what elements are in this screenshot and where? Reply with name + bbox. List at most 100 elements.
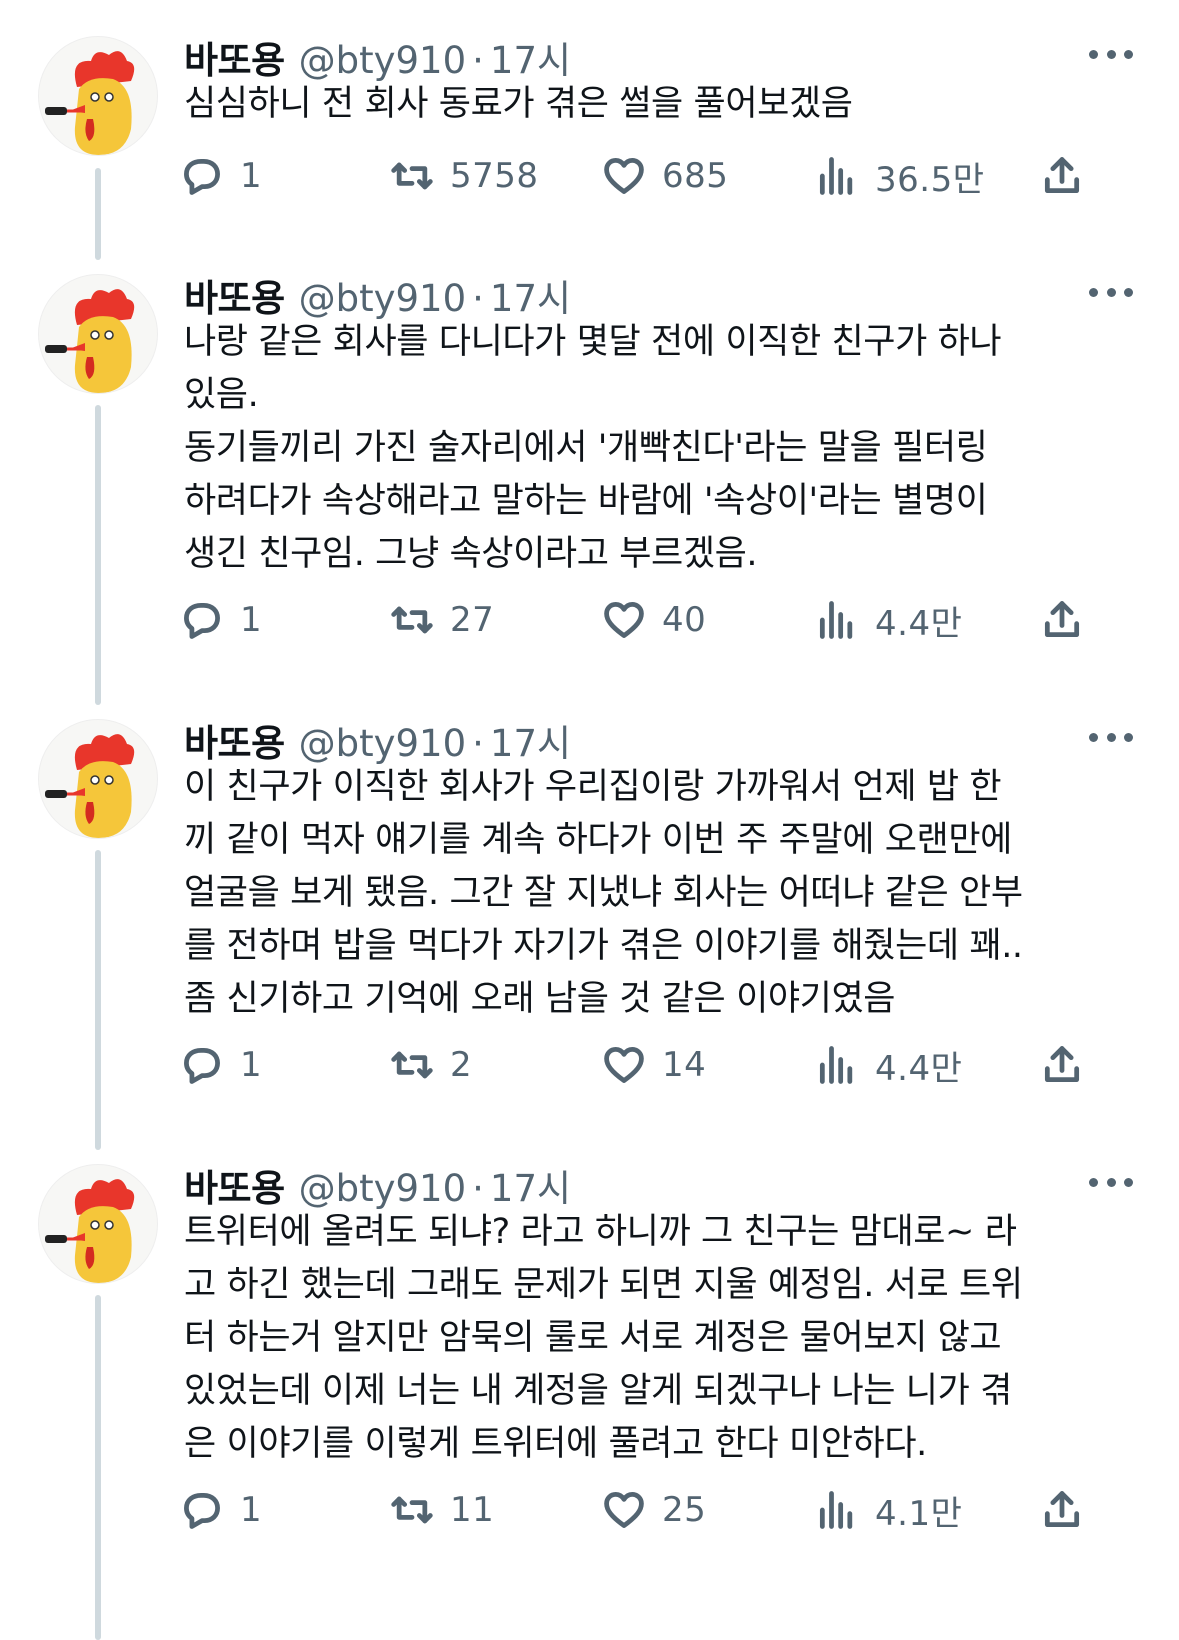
retweet-button[interactable]: 5758	[390, 151, 539, 201]
like-button[interactable]: 40	[602, 595, 706, 645]
action-bar: 1 27 40 4.4만	[180, 595, 1140, 645]
heart-icon	[604, 1047, 644, 1083]
tweet-text-line: 트위터에 올려도 되냐? 라고 하니까 그 친구는 맘대로~ 라	[184, 1212, 1017, 1252]
reply-button[interactable]: 1	[180, 1040, 262, 1090]
share-icon	[1044, 1491, 1080, 1528]
avatar[interactable]	[38, 36, 158, 156]
views-button[interactable]: 4.4만	[815, 1040, 962, 1090]
display-name[interactable]: 바또용	[184, 1158, 285, 1212]
retweet-button[interactable]: 27	[390, 595, 494, 645]
display-name[interactable]: 바또용	[184, 713, 285, 767]
reply-button[interactable]: 1	[180, 151, 262, 201]
share-icon	[1044, 157, 1080, 194]
retweet-button[interactable]: 2	[390, 1040, 472, 1090]
tweet-thread: 바또용 @bty910 · 17시 심심하니 전 회사 동료가 겪은 썰을 풀어…	[0, 0, 1179, 1640]
more-icon[interactable]	[1089, 1172, 1133, 1192]
action-bar: 1 5758 685 36.5만	[180, 151, 1140, 201]
more-icon[interactable]	[1089, 44, 1133, 64]
tweet-text-line: 고 하긴 했는데 그래도 문제가 되면 지울 예정임. 서로 트위	[184, 1265, 1023, 1305]
reply-icon	[184, 602, 220, 639]
heart-icon	[604, 158, 644, 194]
share-button[interactable]	[1040, 595, 1084, 645]
reply-button[interactable]: 1	[180, 1485, 262, 1535]
user-handle[interactable]: @bty910	[299, 722, 467, 765]
views-button[interactable]: 36.5만	[815, 151, 984, 201]
like-count: 40	[662, 600, 707, 640]
share-icon	[1044, 601, 1080, 638]
display-name[interactable]: 바또용	[184, 30, 285, 84]
thread-connector	[95, 1295, 101, 1640]
reply-button[interactable]: 1	[180, 595, 262, 645]
tweet-text-line: 심심하니 전 회사 동료가 겪은 썰을 풀어보겠음	[184, 84, 853, 124]
view-count: 4.4만	[875, 603, 963, 644]
tweet-header: 바또용 @bty910 · 17시	[184, 713, 571, 765]
tweet-text: 나랑 같은 회사를 다니다가 몇달 전에 이직한 친구가 하나 있음. 동기들끼…	[184, 316, 1114, 581]
reply-count: 1	[240, 600, 263, 640]
rooster-avatar-icon	[45, 289, 135, 393]
more-icon[interactable]	[1089, 727, 1133, 747]
reply-count: 1	[240, 156, 263, 196]
views-button[interactable]: 4.1만	[815, 1485, 962, 1535]
share-button[interactable]	[1040, 1040, 1084, 1090]
tweet-text: 심심하니 전 회사 동료가 겪은 썰을 풀어보겠음	[184, 78, 1114, 131]
tweet-text: 트위터에 올려도 되냐? 라고 하니까 그 친구는 맘대로~ 라 고 하긴 했는…	[184, 1206, 1114, 1471]
display-name[interactable]: 바또용	[184, 268, 285, 322]
retweet-count: 2	[450, 1045, 473, 1085]
like-count: 25	[662, 1490, 707, 1530]
tweet-text-line: 하려다가 속상해라고 말하는 바람에 '속상이'라는 별명이	[184, 481, 988, 521]
user-handle[interactable]: @bty910	[299, 39, 467, 82]
heart-icon	[604, 1492, 644, 1528]
tweet-text-line: 터 하는거 알지만 암묵의 룰로 서로 계정은 물어보지 않고	[184, 1318, 1002, 1358]
reply-count: 1	[240, 1045, 263, 1085]
tweet-header: 바또용 @bty910 · 17시	[184, 30, 571, 82]
retweet-count: 27	[450, 600, 495, 640]
share-button[interactable]	[1040, 151, 1084, 201]
retweet-count: 5758	[450, 156, 539, 196]
views-icon	[819, 157, 853, 195]
action-bar: 1 11 25 4.1만	[180, 1485, 1140, 1535]
tweet-text-line: 있음.	[184, 375, 259, 415]
tweet-text-line: 좀 신기하고 기억에 오래 남을 것 같은 이야기였음	[184, 979, 896, 1019]
user-handle[interactable]: @bty910	[299, 1167, 467, 1210]
more-icon[interactable]	[1089, 282, 1133, 302]
tweet-text-line: 얼굴을 보게 됐음. 그간 잘 지냈냐 회사는 어떠냐 같은 안부	[184, 873, 1023, 913]
timestamp[interactable]: 17시	[490, 268, 571, 322]
like-button[interactable]: 14	[602, 1040, 706, 1090]
views-button[interactable]: 4.4만	[815, 595, 962, 645]
avatar[interactable]	[38, 719, 158, 839]
reply-icon	[184, 1047, 220, 1084]
tweet-text-line: 있었는데 이제 너는 내 계정을 알게 되겠구나 나는 니가 겪	[184, 1371, 1012, 1411]
share-button[interactable]	[1040, 1485, 1084, 1535]
rooster-avatar-icon	[45, 51, 135, 155]
separator-dot: ·	[472, 1167, 484, 1210]
timestamp[interactable]: 17시	[490, 30, 571, 84]
retweet-icon	[391, 162, 433, 190]
separator-dot: ·	[472, 39, 484, 82]
avatar[interactable]	[38, 274, 158, 394]
reply-icon	[184, 1492, 220, 1529]
like-button[interactable]: 25	[602, 1485, 706, 1535]
rooster-avatar-icon	[45, 734, 135, 838]
share-icon	[1044, 1046, 1080, 1083]
timestamp[interactable]: 17시	[490, 1158, 571, 1212]
separator-dot: ·	[472, 722, 484, 765]
tweet-header: 바또용 @bty910 · 17시	[184, 268, 571, 320]
thread-connector	[95, 850, 101, 1150]
retweet-button[interactable]: 11	[390, 1485, 494, 1535]
thread-connector	[95, 405, 101, 705]
like-count: 685	[662, 156, 729, 196]
thread-connector	[95, 168, 101, 260]
tweet-text: 이 친구가 이직한 회사가 우리집이랑 가까워서 언제 밥 한 끼 같이 먹자 …	[184, 761, 1114, 1026]
like-button[interactable]: 685	[602, 151, 728, 201]
views-icon	[819, 1491, 853, 1529]
tweet-text-line: 은 이야기를 이렇게 트위터에 풀려고 한다 미안하다.	[184, 1424, 927, 1464]
rooster-avatar-icon	[45, 1179, 135, 1283]
retweet-icon	[391, 1051, 433, 1079]
timestamp[interactable]: 17시	[490, 713, 571, 767]
avatar[interactable]	[38, 1164, 158, 1284]
reply-icon	[184, 158, 220, 195]
tweet-text-line: 이 친구가 이직한 회사가 우리집이랑 가까워서 언제 밥 한	[184, 767, 1002, 807]
view-count: 4.1만	[875, 1493, 963, 1534]
views-icon	[819, 1046, 853, 1084]
user-handle[interactable]: @bty910	[299, 277, 467, 320]
